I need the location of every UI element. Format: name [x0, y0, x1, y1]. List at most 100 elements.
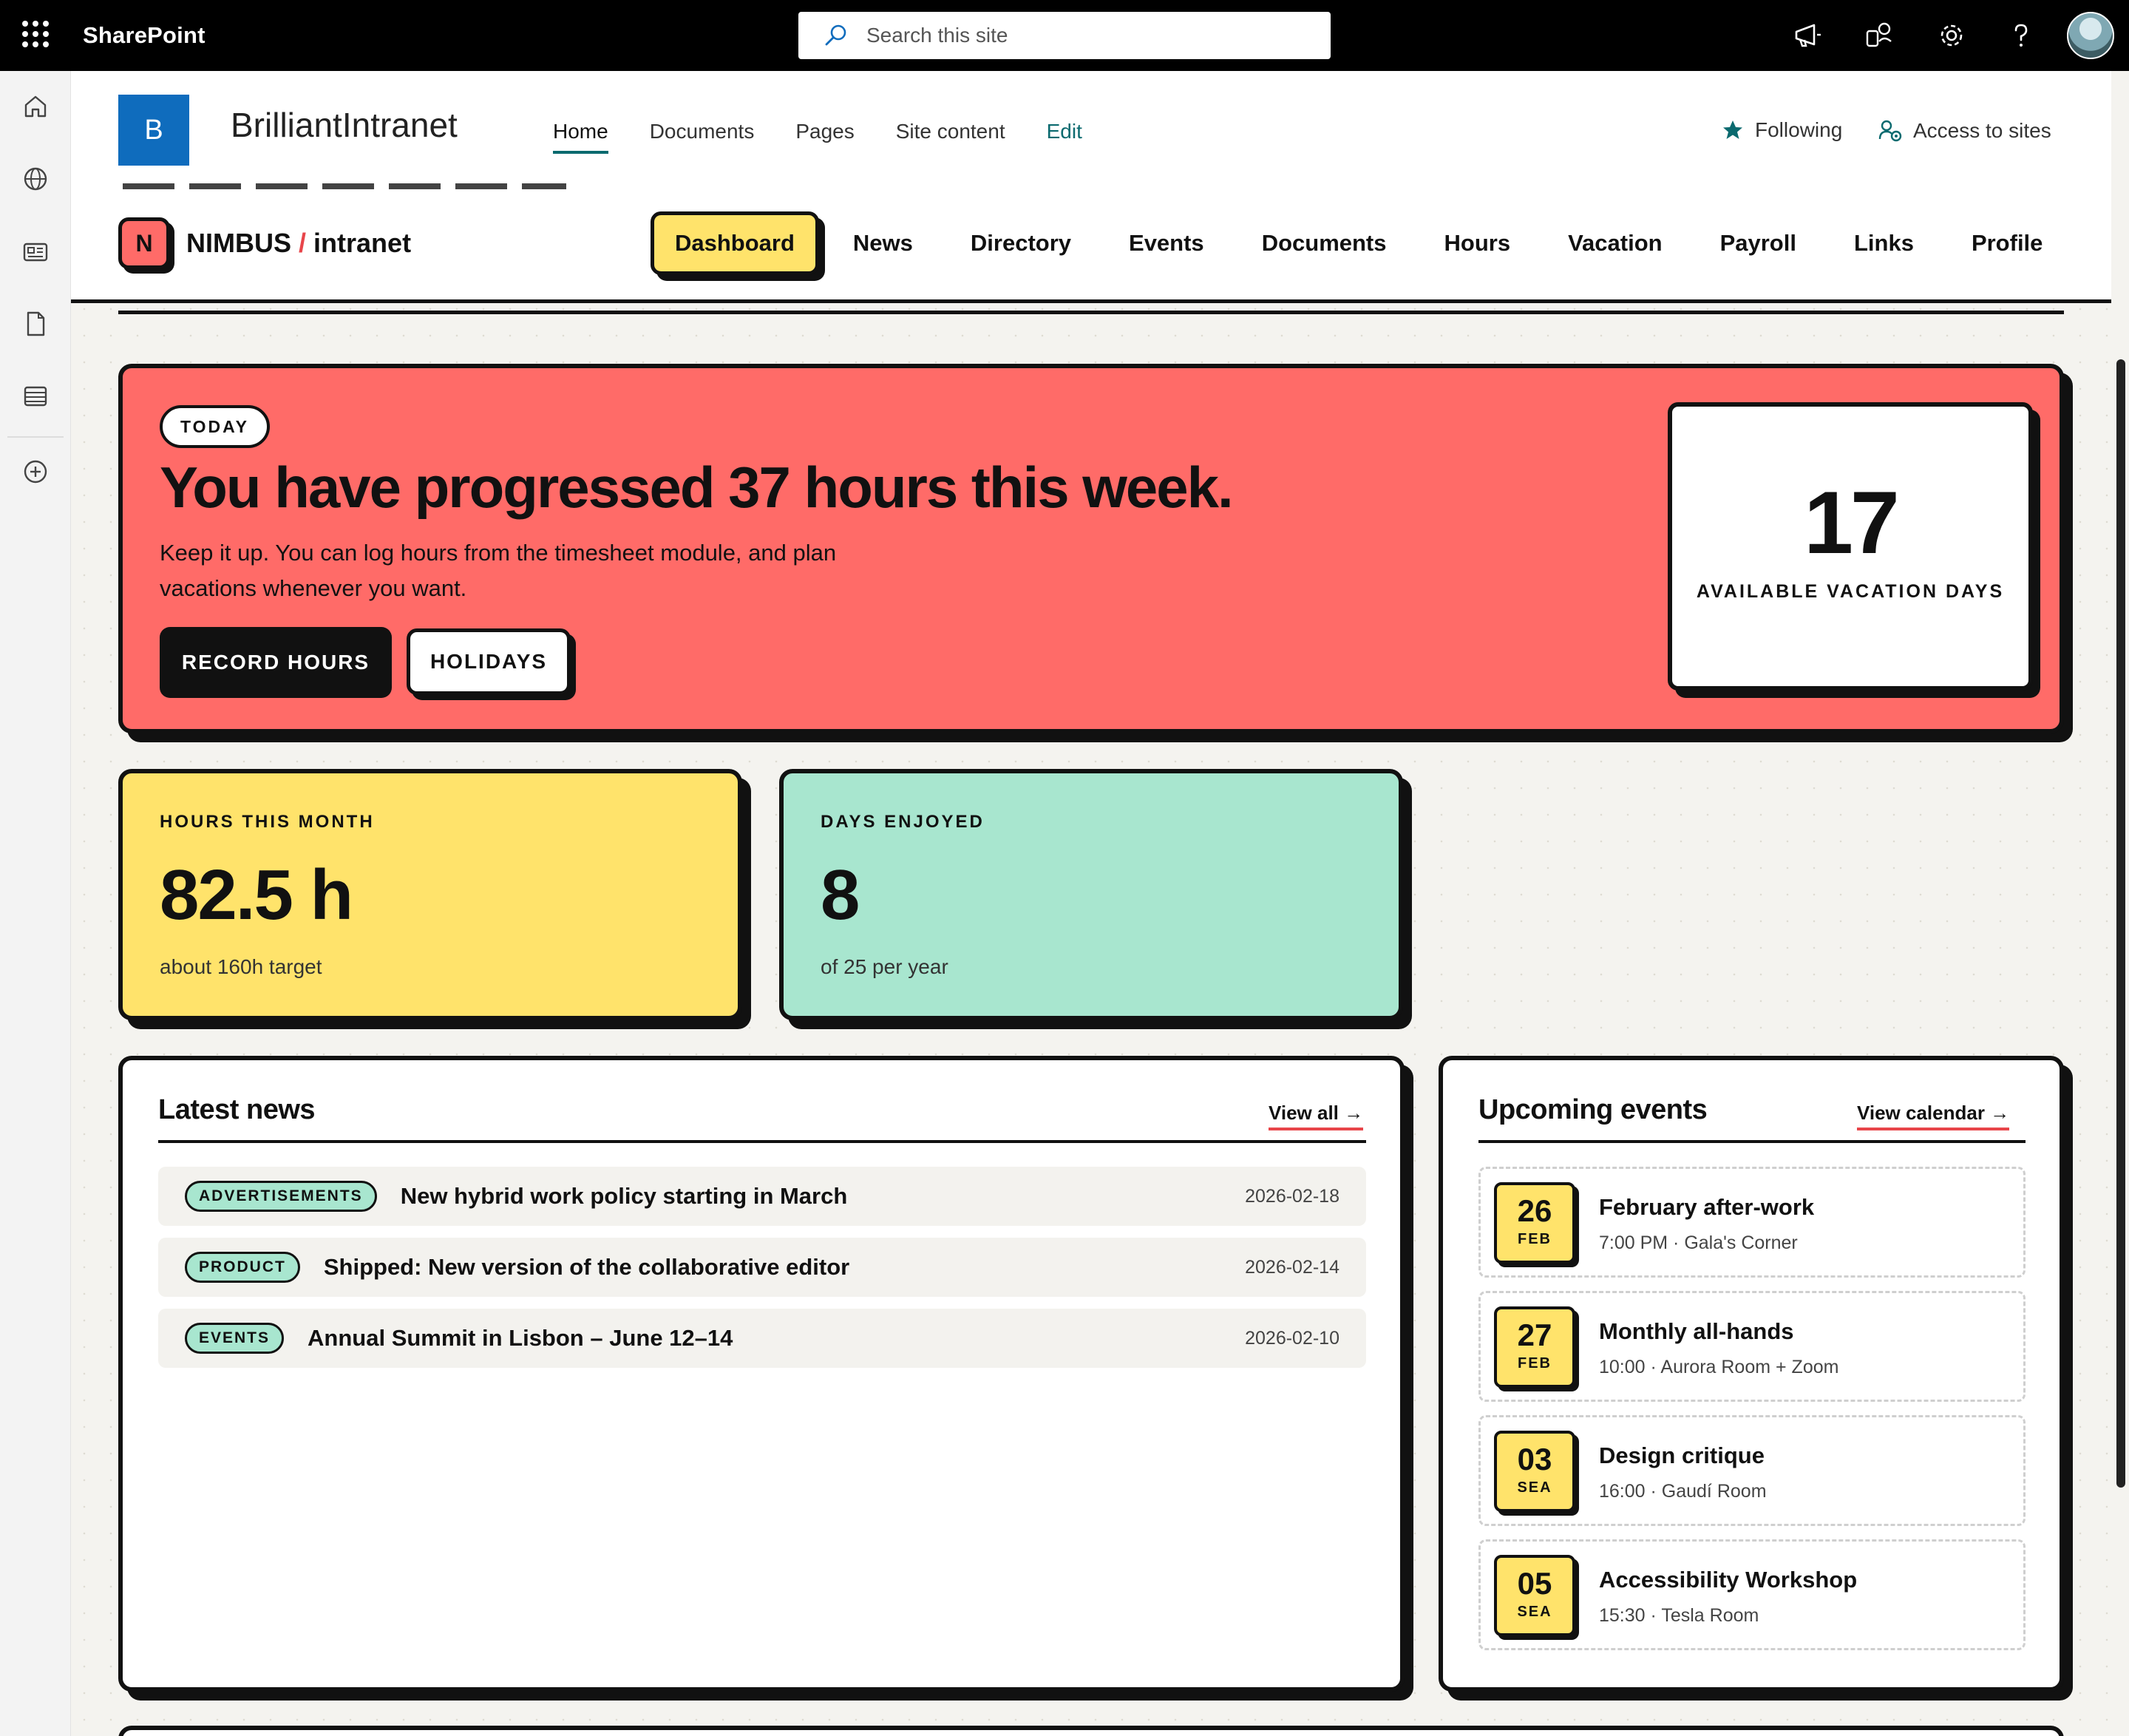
site-header: B BrilliantIntranet Home Documents Pages…	[71, 71, 2111, 189]
list-icon[interactable]	[21, 382, 50, 411]
following-label: Following	[1755, 118, 1843, 141]
brand-suffix: intranet	[313, 228, 412, 258]
event-title: Monthly all-hands	[1599, 1318, 1794, 1344]
events-rule	[1478, 1140, 2026, 1143]
help-icon[interactable]	[2005, 19, 2037, 52]
news-item-date: 2026-02-14	[1245, 1256, 1339, 1278]
view-calendar-link[interactable]: View calendar →	[1857, 1102, 2010, 1130]
nav-vacation[interactable]: Vacation	[1568, 230, 1663, 257]
access-to-sites-button[interactable]: Access to sites	[1878, 118, 2051, 143]
sites-icon[interactable]	[1863, 19, 1895, 52]
event-item[interactable]: 27 FEB Monthly all-hands 10:00 · Aurora …	[1478, 1291, 2026, 1402]
file-icon[interactable]	[21, 309, 50, 339]
site-logo[interactable]: B	[118, 95, 189, 166]
following-button[interactable]: Following	[1721, 118, 1842, 142]
nav-directory[interactable]: Directory	[971, 230, 1071, 257]
home-icon[interactable]	[21, 92, 50, 121]
news-item-title: Shipped: New version of the collaborativ…	[323, 1254, 850, 1280]
holidays-button[interactable]: HOLIDAYS	[407, 628, 571, 695]
days-enjoyed-card: DAYS ENJOYED 8 of 25 per year	[779, 769, 1403, 1020]
site-nav-home[interactable]: Home	[553, 120, 608, 154]
sharepoint-brand[interactable]: SharePoint	[83, 22, 206, 49]
stat-label: HOURS THIS MONTH	[160, 812, 375, 832]
event-meta: 10:00 · Aurora Room + Zoom	[1599, 1357, 1839, 1377]
upcoming-events-panel: Upcoming events View calendar → 26 FEB F…	[1439, 1056, 2064, 1692]
user-avatar[interactable]	[2067, 12, 2114, 59]
news-icon[interactable]	[21, 237, 50, 266]
site-nav-pages[interactable]: Pages	[795, 120, 854, 143]
nav-payroll[interactable]: Payroll	[1720, 230, 1796, 257]
star-icon	[1723, 121, 1742, 139]
event-month: FEB	[1518, 1231, 1552, 1247]
access-label: Access to sites	[1913, 119, 2051, 142]
events-title: Upcoming events	[1478, 1094, 1708, 1125]
news-item[interactable]: EVENTS Annual Summit in Lisbon – June 12…	[158, 1309, 1366, 1368]
news-tag: ADVERTISEMENTS	[185, 1181, 377, 1212]
event-month: SEA	[1517, 1479, 1552, 1496]
megaphone-icon[interactable]	[1792, 19, 1824, 52]
event-item[interactable]: 26 FEB February after-work 7:00 PM · Gal…	[1478, 1167, 2026, 1278]
app-bar-divider	[7, 436, 64, 438]
app-launcher-icon[interactable]	[22, 21, 49, 47]
nav-profile[interactable]: Profile	[1972, 230, 2043, 257]
search-placeholder: Search this site	[866, 24, 1008, 47]
news-tag: PRODUCT	[185, 1252, 300, 1283]
event-meta: 15:30 · Tesla Room	[1599, 1605, 1759, 1626]
vacation-days-value: 17	[1804, 473, 1899, 572]
hero-body: Keep it up. You can log hours from the t…	[160, 540, 837, 601]
site-nav-edit[interactable]: Edit	[1047, 120, 1082, 143]
news-item[interactable]: ADVERTISEMENTS New hybrid work policy st…	[158, 1167, 1366, 1226]
hero-headline: You have progressed 37 hours this week.	[160, 455, 1234, 520]
news-item-title: New hybrid work policy starting in March	[400, 1183, 848, 1209]
event-meta: 7:00 PM · Gala's Corner	[1599, 1233, 1798, 1253]
nav-dashboard[interactable]: Dashboard	[651, 211, 819, 275]
nav-documents[interactable]: Documents	[1262, 230, 1387, 257]
event-day: 03	[1517, 1442, 1552, 1476]
event-date-badge: 27 FEB	[1494, 1306, 1575, 1388]
news-item-title: Annual Summit in Lisbon – June 12–14	[308, 1325, 733, 1351]
nimbus-brand[interactable]: NIMBUS / intranet	[186, 228, 411, 259]
section-divider	[118, 311, 2064, 314]
news-rule	[158, 1140, 1366, 1143]
intranet-navigation: Dashboard News Directory Events Document…	[651, 211, 2043, 275]
news-view-all-link[interactable]: View all →	[1269, 1102, 1364, 1130]
stat-subtext: about 160h target	[160, 955, 322, 978]
site-title[interactable]: BrilliantIntranet	[231, 105, 458, 145]
stat-value: 8	[821, 855, 860, 935]
today-pill: TODAY	[160, 405, 270, 448]
suite-bar: SharePoint Search this site	[0, 0, 2129, 71]
brand-separator: /	[299, 228, 307, 258]
scrollbar-thumb[interactable]	[2116, 359, 2125, 1488]
event-item[interactable]: 03 SEA Design critique 16:00 · Gaudí Roo…	[1478, 1415, 2026, 1526]
stat-subtext: of 25 per year	[821, 955, 948, 978]
event-date-badge: 26 FEB	[1494, 1182, 1575, 1264]
brand-name: NIMBUS	[186, 228, 291, 258]
event-title: Design critique	[1599, 1442, 1765, 1468]
nav-events[interactable]: Events	[1129, 230, 1204, 257]
people-settings-icon	[1878, 120, 1902, 142]
stat-label: DAYS ENJOYED	[821, 812, 985, 832]
latest-news-panel: Latest news View all → ADVERTISEMENTS Ne…	[118, 1056, 1405, 1692]
search-box[interactable]: Search this site	[798, 12, 1331, 59]
sharepoint-app-bar	[0, 71, 71, 1736]
news-item[interactable]: PRODUCT Shipped: New version of the coll…	[158, 1238, 1366, 1297]
record-hours-button[interactable]: RECORD HOURS	[160, 627, 392, 698]
site-nav-documents[interactable]: Documents	[650, 120, 755, 143]
add-circle-icon[interactable]	[21, 457, 50, 486]
nav-links[interactable]: Links	[1854, 230, 1914, 257]
intranet-header: N NIMBUS / intranet Dashboard News Direc…	[71, 189, 2111, 303]
site-nav-site-content[interactable]: Site content	[896, 120, 1005, 143]
vacation-days-label: AVAILABLE VACATION DAYS	[1696, 581, 2005, 602]
nav-hours[interactable]: Hours	[1444, 230, 1511, 257]
globe-icon[interactable]	[21, 164, 50, 194]
news-item-date: 2026-02-10	[1245, 1327, 1339, 1349]
event-item[interactable]: 05 SEA Accessibility Workshop 15:30 · Te…	[1478, 1539, 2026, 1650]
hours-month-card: HOURS THIS MONTH 82.5 h about 160h targe…	[118, 769, 742, 1020]
nimbus-logo[interactable]: N	[118, 217, 170, 269]
settings-gear-icon[interactable]	[1935, 19, 1968, 52]
nav-news[interactable]: News	[853, 230, 913, 257]
page-scrollbar[interactable]	[2113, 189, 2129, 1736]
event-month: SEA	[1517, 1604, 1552, 1620]
stat-value: 82.5 h	[160, 855, 353, 935]
hero-card: TODAY You have progressed 37 hours this …	[118, 364, 2064, 733]
